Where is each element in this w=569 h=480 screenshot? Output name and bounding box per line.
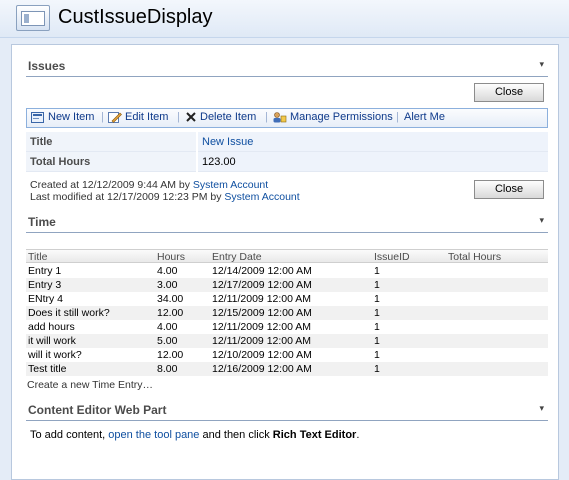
manage-permissions-icon [273,112,287,123]
table-row[interactable]: will it work? 12.00 12/10/2009 12:00 AM 1 [26,348,548,362]
column-header-total-hours[interactable]: Total Hours [448,251,501,263]
content-editor-title: Content Editor Web Part [28,403,167,417]
issues-toolbar: New Item | Edit Item | Delete Item | Man… [26,108,548,128]
cell-entry-date: 12/16/2009 12:00 AM [212,363,312,375]
column-header-issueid[interactable]: IssueID [374,251,410,263]
table-row[interactable]: Entry 1 4.00 12/14/2009 12:00 AM 1 [26,264,548,278]
close-button-top[interactable]: Close [474,83,544,102]
toolbar-separator: | [177,111,180,123]
time-menu-icon[interactable]: ▾ [539,215,544,226]
cell-entry-date: 12/14/2009 12:00 AM [212,265,312,277]
cell-issueid: 1 [374,349,380,361]
modified-info: Last modified at 12/17/2009 12:23 PM by … [30,191,300,203]
time-webpart-header: Time ▾ [26,213,548,233]
cell-issueid: 1 [374,307,380,319]
cell-issueid: 1 [374,265,380,277]
cell-title[interactable]: ENtry 4 [28,293,63,305]
content-editor-menu-icon[interactable]: ▾ [539,403,544,414]
cell-hours: 8.00 [157,363,178,375]
column-header-title[interactable]: Title [28,251,47,263]
field-value-title[interactable]: New Issue [198,132,548,152]
table-row[interactable]: Test title 8.00 12/16/2009 12:00 AM 1 [26,362,548,376]
toolbar-separator: | [101,111,104,123]
cell-hours: 5.00 [157,335,178,347]
cell-entry-date: 12/11/2009 12:00 AM [212,335,312,347]
cell-issueid: 1 [374,293,380,305]
cell-issueid: 1 [374,363,380,375]
delete-item-icon [186,112,196,122]
column-header-hours[interactable]: Hours [157,251,185,263]
page-header: CustIssueDisplay [0,0,569,38]
cell-issueid: 1 [374,279,380,291]
page-icon [16,5,50,31]
cell-title[interactable]: it will work [28,335,76,347]
delete-item-button[interactable]: Delete Item [185,111,256,126]
issues-webpart-header: Issues ▾ [26,57,548,77]
page-title: CustIssueDisplay [58,6,213,28]
edit-item-button[interactable]: Edit Item [108,111,168,126]
cell-entry-date: 12/17/2009 12:00 AM [212,279,312,291]
field-value-total-hours: 123.00 [198,152,548,172]
content-editor-instructions: To add content, open the tool pane and t… [30,429,360,441]
time-title: Time [28,215,56,229]
edit-item-icon [108,112,122,124]
time-grid-header: Title Hours Entry Date IssueID Total Hou… [26,249,548,263]
alert-me-button[interactable]: Alert Me [404,111,445,126]
cell-hours: 12.00 [157,349,184,361]
cell-issueid: 1 [374,321,380,333]
new-item-button[interactable]: New Item [31,111,94,126]
table-row[interactable]: it will work 5.00 12/11/2009 12:00 AM 1 [26,334,548,348]
field-label-total-hours: Total Hours [26,152,196,172]
cell-title[interactable]: Does it still work? [28,307,110,319]
toolbar-separator: | [396,111,399,123]
cell-title[interactable]: Entry 1 [28,265,61,277]
column-header-entry-date[interactable]: Entry Date [212,251,262,263]
cell-hours: 4.00 [157,265,178,277]
cell-hours: 34.00 [157,293,184,305]
issues-title: Issues [28,59,66,73]
issues-menu-icon[interactable]: ▾ [539,59,544,70]
table-row[interactable]: Entry 3 3.00 12/17/2009 12:00 AM 1 [26,278,548,292]
field-row-total-hours: Total Hours 123.00 [26,152,548,173]
created-info: Created at 12/12/2009 9:44 AM by System … [30,179,269,191]
manage-permissions-button[interactable]: Manage Permissions [272,111,393,126]
content-editor-webpart-header: Content Editor Web Part ▾ [26,401,548,421]
cell-hours: 4.00 [157,321,178,333]
cell-hours: 3.00 [157,279,178,291]
close-button-bottom[interactable]: Close [474,180,544,199]
open-tool-pane-link[interactable]: open the tool pane [108,429,199,441]
table-row[interactable]: add hours 4.00 12/11/2009 12:00 AM 1 [26,320,548,334]
field-row-title: Title New Issue [26,132,548,153]
cell-entry-date: 12/11/2009 12:00 AM [212,321,312,333]
cell-title[interactable]: Entry 3 [28,279,61,291]
main-panel: Issues ▾ Close New Item | Edit Item | De… [11,44,559,480]
cell-issueid: 1 [374,335,380,347]
create-time-entry-link[interactable]: Create a new Time Entry… [27,379,153,391]
cell-entry-date: 12/10/2009 12:00 AM [212,349,312,361]
table-row[interactable]: ENtry 4 34.00 12/11/2009 12:00 AM 1 [26,292,548,306]
cell-title[interactable]: add hours [28,321,75,333]
cell-entry-date: 12/15/2009 12:00 AM [212,307,312,319]
field-label-title: Title [26,132,196,152]
table-row[interactable]: Does it still work? 12.00 12/15/2009 12:00… [26,306,548,320]
cell-hours: 12.00 [157,307,184,319]
toolbar-separator: | [265,111,268,123]
cell-title[interactable]: Test title [28,363,67,375]
created-by-link[interactable]: System Account [193,179,268,191]
cell-title[interactable]: will it work? [28,349,82,361]
new-item-icon [31,112,44,124]
cell-entry-date: 12/11/2009 12:00 AM [212,293,312,305]
modified-by-link[interactable]: System Account [224,191,299,203]
